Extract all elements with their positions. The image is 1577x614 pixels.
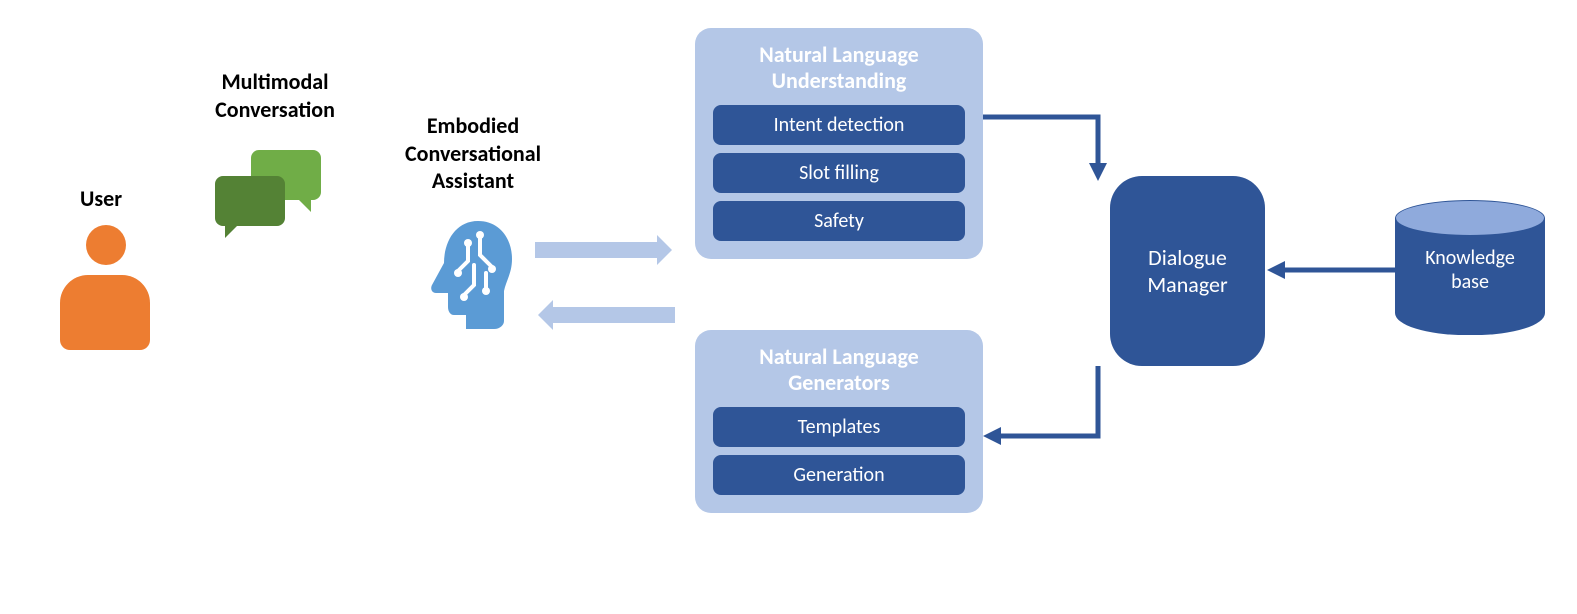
conversation-label: Multimodal Conversation: [200, 68, 350, 123]
assistant-label: Embodied Conversational Assistant: [378, 112, 568, 195]
arrow-nlu-to-dm-icon: [983, 113, 1183, 233]
arrow-assistant-to-nlu-icon: [535, 235, 675, 265]
knowledge-base-node: Knowledge base: [1395, 200, 1545, 335]
nlu-title: Natural Language Understanding: [713, 42, 965, 95]
nlu-item: Slot filling: [713, 153, 965, 193]
nlg-module: Natural Language Generators Templates Ge…: [695, 330, 983, 513]
chat-bubbles-icon: [215, 150, 325, 245]
arrow-nlg-to-assistant-icon: [535, 300, 675, 330]
arrow-dm-to-nlg-icon: [983, 366, 1183, 466]
nlg-item: Generation: [713, 455, 965, 495]
nlu-item: Intent detection: [713, 105, 965, 145]
arrow-kb-to-dm-icon: [1265, 256, 1400, 286]
knowledge-base-label: Knowledge base: [1395, 246, 1545, 294]
nlg-item: Templates: [713, 407, 965, 447]
nlu-module: Natural Language Understanding Intent de…: [695, 28, 983, 259]
dialogue-manager-label: Dialogue Manager: [1147, 244, 1227, 299]
user-icon: [60, 225, 150, 355]
nlg-title: Natural Language Generators: [713, 344, 965, 397]
user-label: User: [80, 185, 122, 213]
ai-head-icon: [420, 215, 520, 335]
nlu-item: Safety: [713, 201, 965, 241]
